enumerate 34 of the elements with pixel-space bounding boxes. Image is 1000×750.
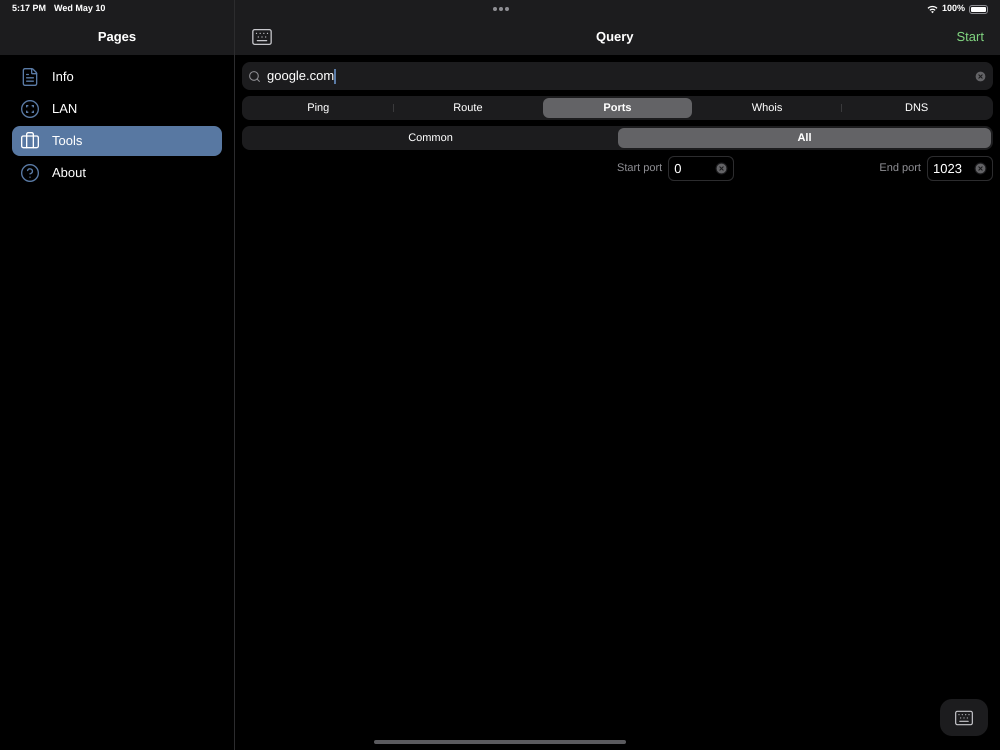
help-icon <box>20 163 40 183</box>
port-label: Start port <box>617 161 662 176</box>
status-date: Wed May 10 <box>54 2 106 16</box>
start-button[interactable]: Start <box>956 26 984 46</box>
document-icon <box>20 67 40 87</box>
search-icon <box>248 70 261 82</box>
wifi-icon <box>926 4 938 14</box>
sidebar-item[interactable]: Tools <box>12 126 222 156</box>
clear-icon[interactable] <box>974 70 987 82</box>
more-dots-icon[interactable] <box>493 7 509 11</box>
battery-icon <box>969 4 988 14</box>
sidebar-item[interactable]: LAN <box>12 94 222 124</box>
segment-tab[interactable]: DNS <box>842 98 991 118</box>
sidebar-title: Pages <box>98 28 136 46</box>
segment-tab[interactable]: Route <box>394 98 542 118</box>
sidebar-item[interactable]: Info <box>12 62 222 92</box>
keyboard-button[interactable] <box>940 699 988 736</box>
briefcase-icon <box>20 131 40 151</box>
status-time: 5:17 PM <box>12 2 46 16</box>
clear-icon[interactable] <box>715 162 728 175</box>
segment-tab[interactable]: Ping <box>244 98 393 118</box>
search-field[interactable]: google.com <box>242 62 993 90</box>
battery-percent: 100% <box>942 2 965 16</box>
segment-tab[interactable]: All <box>618 128 991 148</box>
segment-tab[interactable]: Ports <box>543 98 692 118</box>
page-title: Query <box>596 28 634 46</box>
segment-tab[interactable]: Common <box>244 128 617 148</box>
clear-icon[interactable] <box>974 162 987 175</box>
sidebar-item[interactable]: About <box>12 158 222 188</box>
segment-tab[interactable]: Whois <box>692 98 842 118</box>
port-field[interactable]: 1023 <box>927 156 993 181</box>
scan-icon <box>20 99 40 119</box>
port-field[interactable]: 0 <box>668 156 734 181</box>
port-label: End port <box>879 161 921 176</box>
